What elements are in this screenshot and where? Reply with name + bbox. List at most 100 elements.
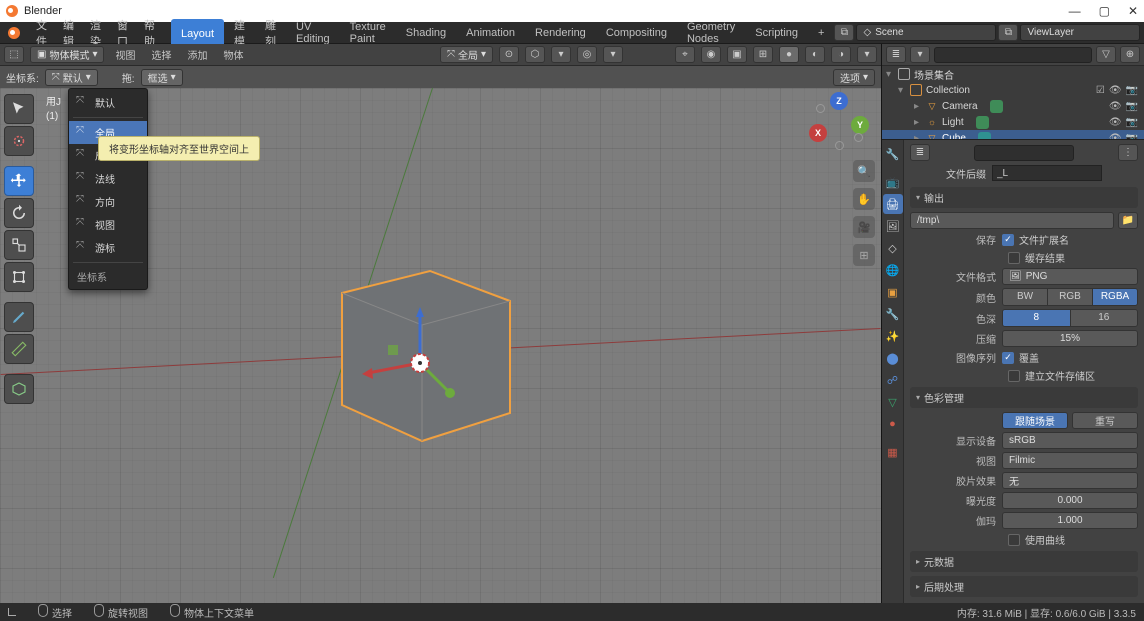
snap-toggle-icon[interactable]: ⬡ [525,46,545,63]
shading-matprev-icon[interactable]: ◐ [805,46,825,63]
render-icon[interactable]: 📷 [1126,117,1138,128]
color-bw[interactable]: BW [1003,289,1048,305]
shading-render-icon[interactable]: ◑ [831,46,851,63]
tool-select[interactable] [4,94,34,124]
look-dropdown[interactable]: 无 [1002,472,1138,489]
panel-post[interactable]: 后期处理 [910,576,1138,597]
eye-icon[interactable]: 👁 [1109,85,1122,96]
coord-gimbal[interactable]: ⤧方向 [69,190,147,213]
gizmo-toggle-icon[interactable]: ⌖ [675,46,695,63]
tool-move[interactable] [4,166,34,196]
eye-icon[interactable]: 👁 [1109,117,1122,128]
persp-toggle-icon[interactable]: ⊞ [853,244,875,266]
xray-icon[interactable]: ▣ [727,46,747,63]
gizmo-x[interactable]: X [809,124,827,142]
scene-field[interactable]: ◇ Scene [856,24,996,41]
file-suffix-input[interactable] [992,165,1102,181]
ptab-constraint[interactable]: ☍ [883,370,903,390]
object-menu[interactable]: 物体 [218,47,248,62]
select-menu[interactable]: 选择 [146,47,176,62]
file-extension-checkbox[interactable]: ✓ [1002,234,1014,246]
outliner-collection[interactable]: ▾ Collection ☑👁📷 [882,82,1144,98]
ptab-physics[interactable]: ⬤ [883,348,903,368]
nav-gizmo[interactable]: Z Y X [811,94,867,150]
compress-slider[interactable]: 15% [1002,330,1138,347]
viewlayer-field[interactable]: ViewLayer [1020,24,1140,41]
gizmo-neg-y[interactable] [816,104,825,113]
coord-cursor[interactable]: ⤧游标 [69,236,147,259]
override-button[interactable]: 重写 [1072,412,1138,429]
ptab-material[interactable]: ● [883,414,903,434]
ptab-world[interactable]: 🌐 [883,260,903,280]
cube-object[interactable] [330,263,520,463]
exclude-checkbox-icon[interactable]: ☑ [1096,85,1105,96]
ptab-render[interactable]: 📺 [883,172,903,192]
use-curves-checkbox[interactable] [1008,534,1020,546]
eye-icon[interactable]: 👁 [1109,133,1122,140]
blender-menu-icon[interactable] [0,27,28,39]
color-rgb[interactable]: RGB [1048,289,1093,305]
outliner-item-camera[interactable]: ▸▽ Camera 👁📷 [882,98,1144,114]
add-menu[interactable]: 添加 [182,47,212,62]
prop-mode-icon[interactable]: ▾ [603,46,623,63]
folder-browse-icon[interactable]: 📁 [1118,212,1138,229]
snap-mode-icon[interactable]: ▾ [551,46,571,63]
ptab-object[interactable]: ▣ [883,282,903,302]
gizmo-neg-x[interactable] [854,133,863,142]
mode-selector[interactable]: ▣ 物体模式 ▾ [30,46,104,63]
pan-icon[interactable]: ✋ [853,188,875,210]
shading-solid-icon[interactable]: ● [779,46,799,63]
follow-scene-button[interactable]: 跟随场景 [1002,412,1068,429]
drag-mode-dropdown[interactable]: 框选 ▾ [141,69,183,86]
ptab-data[interactable]: ▽ [883,392,903,412]
display-device-dropdown[interactable]: sRGB [1002,432,1138,449]
tool-addcube[interactable] [4,374,34,404]
overlay-toggle-icon[interactable]: ◉ [701,46,721,63]
gamma-field[interactable]: 1.000 [1002,512,1138,529]
proportional-icon[interactable]: ◎ [577,46,597,63]
outliner-item-cube[interactable]: ▸▽ Cube 👁📷 [882,130,1144,139]
color-rgba[interactable]: RGBA [1093,289,1137,305]
ptab-viewlayer[interactable]: 🖼 [883,216,903,236]
gizmo-z[interactable]: Z [830,92,848,110]
ptab-particles[interactable]: ✨ [883,326,903,346]
header-options-button[interactable]: 选项 ▾ [833,69,875,86]
outliner-item-light[interactable]: ▸☼ Light 👁📷 [882,114,1144,130]
tool-rotate[interactable] [4,198,34,228]
output-path-field[interactable]: /tmp\ [910,212,1114,229]
file-format-dropdown[interactable]: 🖼PNG [1002,268,1138,285]
tool-measure[interactable] [4,334,34,364]
panel-output[interactable]: 输出 [910,187,1138,208]
camera-view-icon[interactable]: 🎥 [853,216,875,238]
ptab-output[interactable]: 🖨 [883,194,903,214]
coord-system-dropdown[interactable]: ⤧ 默认 ▾ [45,69,98,86]
overwrite-checkbox[interactable]: ✓ [1002,352,1014,364]
3d-viewport[interactable]: 用J (1) ⤧默认 ⤧全局 ⤧局部 ⤧法线 ⤧方向 ⤧视图 ⤧游标 坐标系 将… [0,88,881,603]
render-icon[interactable]: 📷 [1126,101,1138,112]
gizmo-neg-z[interactable] [835,141,844,150]
tool-transform[interactable] [4,262,34,292]
shading-wire-icon[interactable]: ⊞ [753,46,773,63]
scene-browse-icon[interactable]: ⧉ [834,24,854,41]
ptab-scene[interactable]: ◇ [883,238,903,258]
outliner-editor-icon[interactable]: ≣ [886,46,906,63]
gizmo-y[interactable]: Y [851,116,869,134]
props-editor-icon[interactable]: ≣ [910,144,930,161]
view-menu[interactable]: 视图 [110,47,140,62]
viewlayer-browse-icon[interactable]: ⧉ [998,24,1018,41]
panel-metadata[interactable]: 元数据 [910,551,1138,572]
props-options-icon[interactable]: ⋮ [1118,144,1138,161]
render-icon[interactable]: 📷 [1126,85,1138,96]
depth-16[interactable]: 16 [1071,310,1138,326]
depth-8[interactable]: 8 [1003,310,1071,326]
outliner-new-collection-icon[interactable]: ⊕ [1120,46,1140,63]
exposure-field[interactable]: 0.000 [1002,492,1138,509]
corner-icon[interactable] [8,608,16,616]
panel-colormgmt[interactable]: 色彩管理 [910,387,1138,408]
view-transform-dropdown[interactable]: Filmic [1002,452,1138,469]
coord-normal[interactable]: ⤧法线 [69,167,147,190]
cache-result-checkbox[interactable] [1008,252,1020,264]
placeholder-checkbox[interactable] [1008,370,1020,382]
tool-scale[interactable] [4,230,34,260]
orientation-selector[interactable]: ⤧ 全局 ▾ [440,46,493,63]
